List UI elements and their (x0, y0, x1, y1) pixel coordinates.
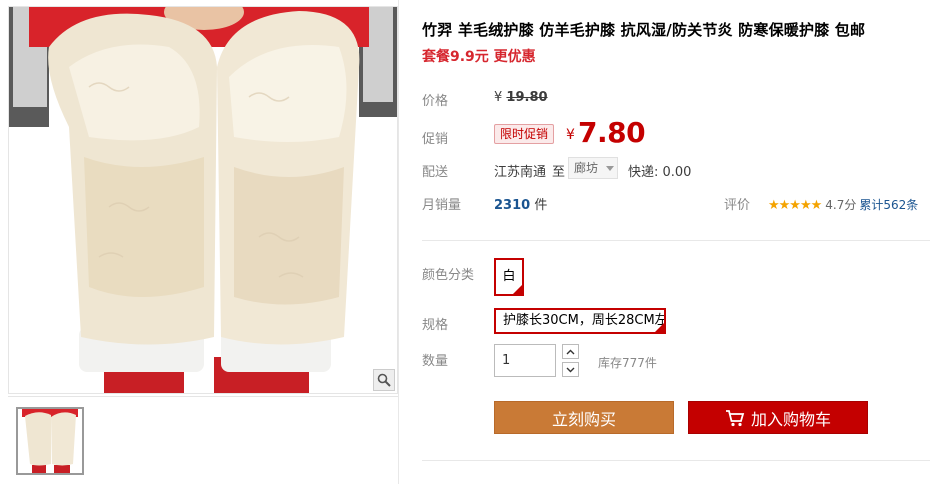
product-info: 竹羿 羊毛绒护膝 仿羊毛护膝 抗风湿/防关节炎 防寒保暖护膝 包邮 套餐9.9元… (422, 0, 930, 484)
size-option[interactable]: 护膝长30CM，周长28CM左右 (494, 308, 666, 334)
monthly-sales-label: 月销量 (422, 198, 462, 213)
product-subtitle: 套餐9.9元 更优惠 (422, 49, 536, 65)
destination-city: 廊坊 (574, 161, 599, 175)
thumbnail-image[interactable] (16, 407, 84, 475)
selected-check-icon (655, 323, 664, 332)
product-title: 竹羿 羊毛绒护膝 仿羊毛护膝 抗风湿/防关节炎 防寒保暖护膝 包邮 (422, 21, 866, 39)
rating: ★★★★★ 4.7分 累计562条 (768, 196, 918, 213)
promotion-price: 7.80 (578, 116, 646, 149)
original-price-value: 19.80 (506, 90, 548, 105)
product-gallery (0, 0, 400, 484)
vertical-divider (398, 0, 399, 484)
express-fee: 快递: 0.00 (628, 165, 692, 180)
price-panel: 价格 ¥ 19.80 促销 限时促销 ¥ 7.80 配送 江苏南通 至 廊坊 快… (422, 76, 930, 224)
add-to-cart-button[interactable]: 加入购物车 (688, 401, 868, 434)
main-product-image[interactable] (8, 6, 398, 394)
destination-city-select[interactable]: 廊坊 (568, 157, 618, 179)
quantity-input[interactable] (494, 344, 556, 377)
price-label: 价格 (422, 94, 449, 109)
shopping-cart-icon (725, 409, 745, 426)
shipping-label: 配送 (422, 165, 449, 180)
add-to-cart-label: 加入购物车 (750, 409, 831, 429)
star-rating-icon: ★★★★★ (768, 198, 822, 213)
chevron-down-icon (566, 367, 575, 372)
shipping-origin: 江苏南通 (494, 165, 547, 180)
price-currency: ¥ (494, 90, 503, 105)
thumbnail-strip (8, 396, 398, 484)
buy-now-button[interactable]: 立刻购买 (494, 401, 674, 434)
stock-count: 库存777件 (598, 356, 657, 370)
color-option-label: 白 (502, 269, 516, 284)
buy-now-label: 立刻购买 (551, 409, 616, 429)
shipping-to-word: 至 (552, 165, 566, 180)
horizontal-divider (422, 240, 930, 241)
size-option-label: 护膝长30CM，周长28CM左右 (503, 313, 666, 328)
knee-pads-photo (9, 7, 397, 393)
quantity-decrease-button[interactable] (562, 362, 579, 377)
promotion-currency: ¥ (566, 127, 575, 143)
reviews-link[interactable]: 累计562条 (859, 198, 918, 212)
quantity-increase-button[interactable] (562, 344, 579, 359)
color-label: 颜色分类 (422, 268, 475, 283)
rating-score: 4.7分 (825, 198, 857, 212)
size-label: 规格 (422, 318, 449, 333)
rating-label: 评价 (724, 198, 751, 213)
monthly-sales: 2310 件 (494, 194, 547, 213)
promotion-label: 促销 (422, 132, 449, 147)
monthly-sales-unit: 件 (534, 198, 548, 213)
chevron-down-icon (606, 166, 614, 171)
chevron-up-icon (566, 349, 575, 354)
magnifier-icon[interactable] (373, 369, 395, 391)
original-price: ¥ 19.80 (494, 90, 548, 105)
monthly-sales-count: 2310 (494, 198, 531, 213)
color-option-white[interactable]: 白 (494, 258, 524, 296)
horizontal-divider (422, 460, 930, 461)
selected-check-icon (513, 285, 522, 294)
quantity-label: 数量 (422, 354, 449, 369)
promotion-tag: 限时促销 (494, 124, 555, 144)
